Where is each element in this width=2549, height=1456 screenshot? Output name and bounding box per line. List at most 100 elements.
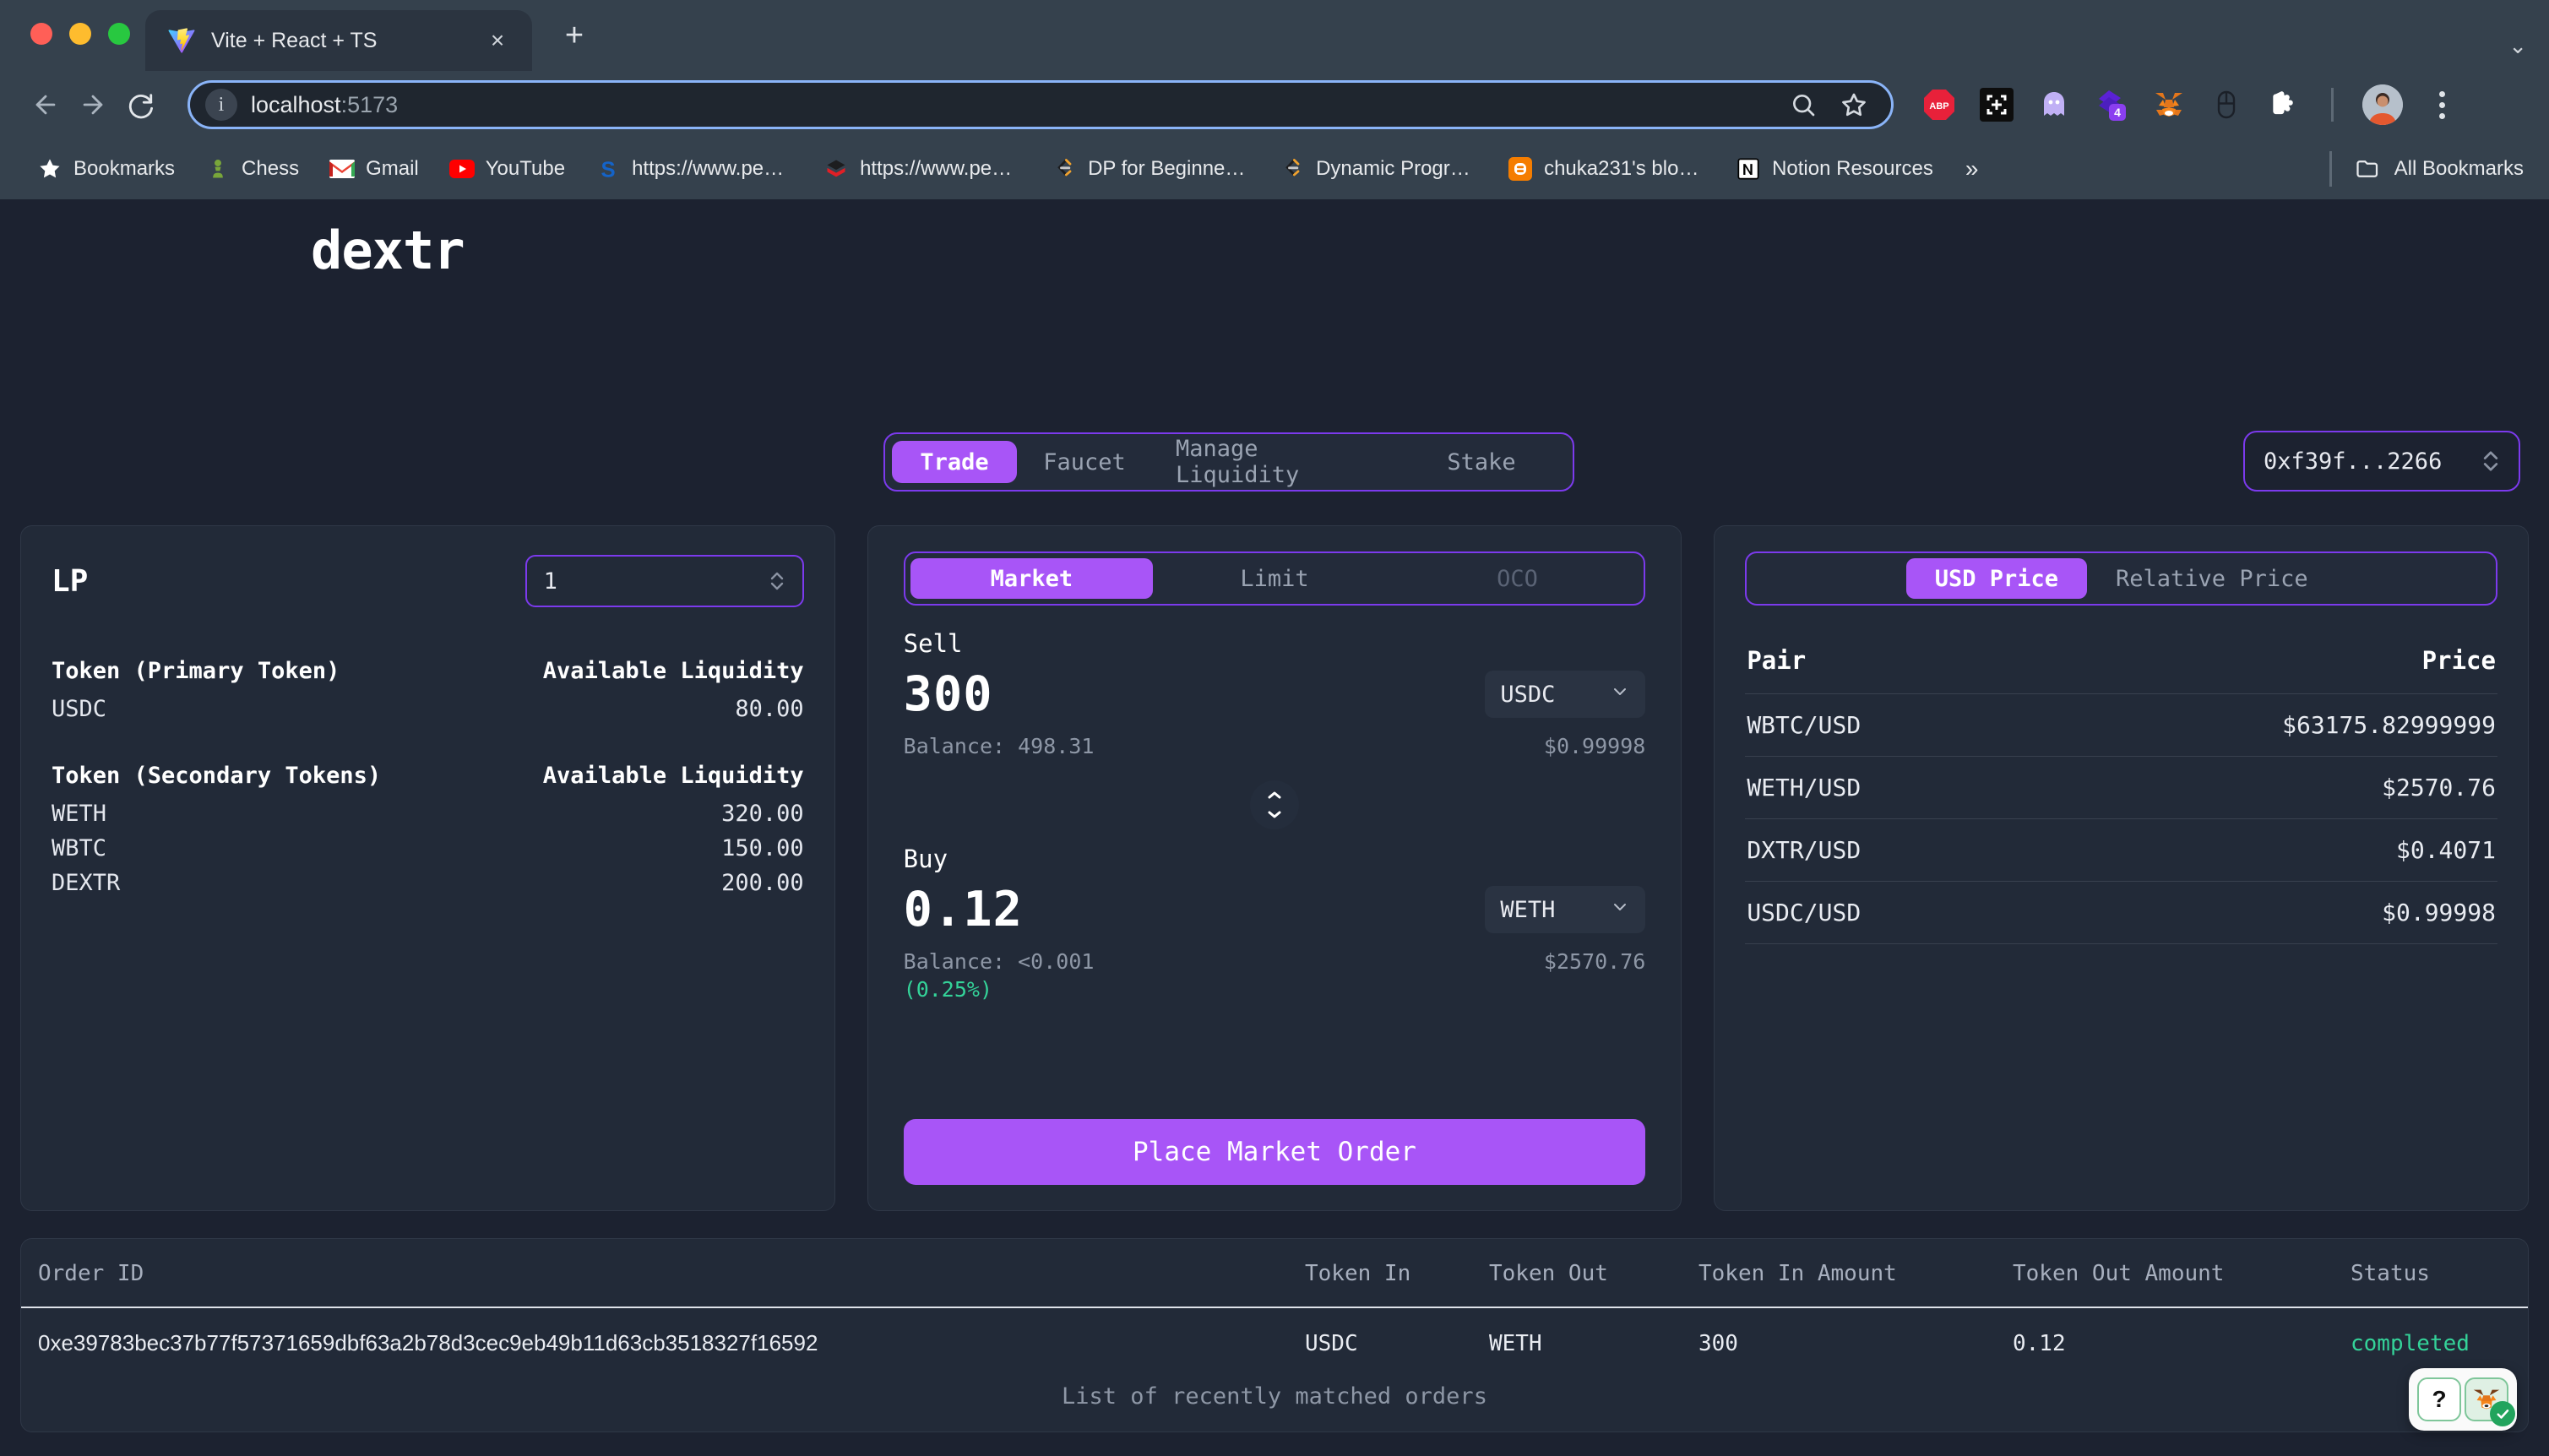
chevron-up-down-icon <box>769 568 785 594</box>
tab-manage-liquidity[interactable]: Manage Liquidity <box>1152 436 1405 488</box>
search-icon[interactable] <box>1785 86 1822 123</box>
lp-pool-select[interactable]: 1 <box>524 555 804 607</box>
user-avatar[interactable] <box>2362 84 2403 125</box>
lp-secondary-liquidity-header: Available Liquidity <box>542 763 804 789</box>
forward-arrow-icon[interactable] <box>69 81 117 128</box>
all-bookmarks-label: All Bookmarks <box>2394 157 2524 180</box>
window-controls[interactable] <box>30 23 130 45</box>
notion-clipper-icon[interactable]: 4 <box>2093 86 2130 123</box>
price-mode-tabs: USD Price Relative Price <box>1745 551 2497 606</box>
app-logo[interactable]: dextr <box>311 220 465 281</box>
metamask-fox-icon[interactable] <box>2465 1377 2515 1426</box>
bookmark-item[interactable]: Bookmarks <box>22 147 190 191</box>
reload-icon[interactable] <box>117 81 164 128</box>
youtube-icon <box>448 156 475 182</box>
place-market-order-button[interactable]: Place Market Order <box>903 1119 1646 1185</box>
close-window-button[interactable] <box>30 23 52 45</box>
all-bookmarks-button[interactable]: All Bookmarks <box>2329 151 2527 187</box>
notion-icon <box>1736 156 1761 182</box>
bookmark-label: chuka231's blog:… <box>1544 157 1706 180</box>
metamask-fox-icon[interactable] <box>2150 86 2188 123</box>
bookmark-item[interactable]: Notion Resources <box>1720 147 1948 191</box>
buy-token-select[interactable]: WETH <box>1485 886 1646 933</box>
buy-price-impact: (0.25%) <box>903 977 993 1002</box>
tab-market[interactable]: Market <box>910 558 1154 599</box>
mouse-icon[interactable] <box>2208 86 2245 123</box>
bookmark-label: Chess <box>242 157 300 180</box>
lp-row: WBTC 150.00 <box>52 835 804 861</box>
tab-usd-price[interactable]: USD Price <box>1905 558 2088 599</box>
sell-usd-value: $0.99998 <box>1543 734 1646 758</box>
wallet-connect-widget[interactable]: ? <box>2409 1368 2517 1431</box>
tab-relative-price[interactable]: Relative Price <box>2087 558 2337 599</box>
status-badge: completed <box>2351 1330 2470 1356</box>
bookmarks-bar: Bookmarks Chess Gmail YouTube S https://… <box>0 139 2549 199</box>
lp-primary-header: Token (Primary Token) Available Liquidit… <box>52 658 804 684</box>
tab-limit[interactable]: Limit <box>1153 558 1396 599</box>
browser-toolbar: i localhost:5173 ABP 4 <box>0 71 2549 139</box>
buy-meta: Balance: <0.001 $2570.76 <box>904 949 1646 974</box>
info-circle-icon[interactable]: i <box>205 89 237 121</box>
screenshot-crop-icon[interactable] <box>1978 86 2015 123</box>
bookmark-item[interactable]: Dynamic Program… <box>1264 147 1492 191</box>
bookmarks-overflow-button[interactable]: » <box>1948 155 1996 182</box>
column-token-out: Token Out <box>1489 1261 1608 1286</box>
price-pair: USDC/USD <box>1747 899 1861 926</box>
browser-tab[interactable]: Vite + React + TS × <box>145 10 532 71</box>
price-table-header: Pair Price <box>1745 629 2497 693</box>
price-panel: USD Price Relative Price Pair Price WBTC… <box>1714 525 2529 1211</box>
check-circle-icon <box>2490 1401 2515 1426</box>
main-columns: LP 1 Token (Primary Token) Available Liq… <box>20 525 2529 1211</box>
tab-trade[interactable]: Trade <box>892 441 1017 483</box>
maximize-window-button[interactable] <box>108 23 130 45</box>
svg-text:ABP: ABP <box>1929 101 1948 111</box>
extensions-puzzle-icon[interactable] <box>2265 86 2302 123</box>
buy-amount-input[interactable]: 0.12 <box>904 882 1023 937</box>
tab-stake[interactable]: Stake <box>1405 441 1557 483</box>
orders-table-caption: List of recently matched orders <box>1062 1383 1487 1410</box>
kebab-menu-icon[interactable] <box>2423 84 2460 125</box>
lp-spacer <box>52 731 804 763</box>
price-value: $63175.82999999 <box>2282 711 2496 739</box>
bookmark-item[interactable]: S https://www.pepc… <box>580 147 808 191</box>
dextr-app: dextr Trade Faucet Manage Liquidity Stak… <box>0 199 2549 1456</box>
swap-vertical-icon[interactable] <box>1249 780 1299 829</box>
buy-balance: Balance: <0.001 <box>903 949 1095 974</box>
adblock-plus-icon[interactable]: ABP <box>1921 86 1958 123</box>
sell-token-select[interactable]: USDC <box>1485 671 1646 718</box>
price-row: WBTC/USD $63175.82999999 <box>1745 693 2497 756</box>
gmail-icon <box>329 156 356 182</box>
buy-row: 0.12 WETH <box>904 882 1646 937</box>
bookmark-item[interactable]: https://www.pepc… <box>808 147 1036 191</box>
url-text: localhost:5173 <box>251 91 399 117</box>
chevron-up-down-icon <box>2481 447 2500 475</box>
sell-amount-input[interactable]: 300 <box>904 666 993 722</box>
bookmark-label: Notion Resources <box>1772 157 1933 180</box>
back-arrow-icon[interactable] <box>22 81 69 128</box>
bookmark-item[interactable]: Chess <box>190 147 314 191</box>
bookmark-label: Bookmarks <box>73 157 176 180</box>
table-row[interactable]: 0xe39783bec37b77f57371659dbf63a2b78d3cec… <box>21 1308 2528 1378</box>
wallet-address-select[interactable]: 0xf39f...2266 <box>2243 431 2520 492</box>
price-pair: WBTC/USD <box>1747 711 1861 739</box>
lp-token-liquidity: 80.00 <box>735 696 804 722</box>
close-tab-button[interactable]: × <box>481 24 514 57</box>
cell-token-out-amount: 0.12 <box>2013 1330 2066 1356</box>
address-bar[interactable]: i localhost:5173 <box>188 80 1894 129</box>
tab-list-chevron-icon[interactable]: ⌄ <box>2508 33 2527 59</box>
bookmark-item[interactable]: chuka231's blog:… <box>1492 147 1720 191</box>
bookmark-item[interactable]: Gmail <box>314 147 434 191</box>
lp-token-liquidity: 150.00 <box>721 835 804 861</box>
bookmark-label: Dynamic Program… <box>1316 157 1478 180</box>
lp-token-liquidity: 200.00 <box>721 870 804 896</box>
tab-faucet[interactable]: Faucet <box>1017 441 1152 483</box>
help-button[interactable]: ? <box>2417 1377 2461 1421</box>
minimize-window-button[interactable] <box>69 23 91 45</box>
bookmark-item[interactable]: YouTube <box>434 147 580 191</box>
star-outline-icon[interactable] <box>1835 86 1872 123</box>
bookmark-label: https://www.pepc… <box>860 157 1022 180</box>
vite-logo-icon <box>167 26 196 55</box>
ghostery-icon[interactable] <box>2035 86 2073 123</box>
new-tab-button[interactable]: + <box>554 15 595 56</box>
bookmark-item[interactable]: DP for Beginners [… <box>1036 147 1264 191</box>
